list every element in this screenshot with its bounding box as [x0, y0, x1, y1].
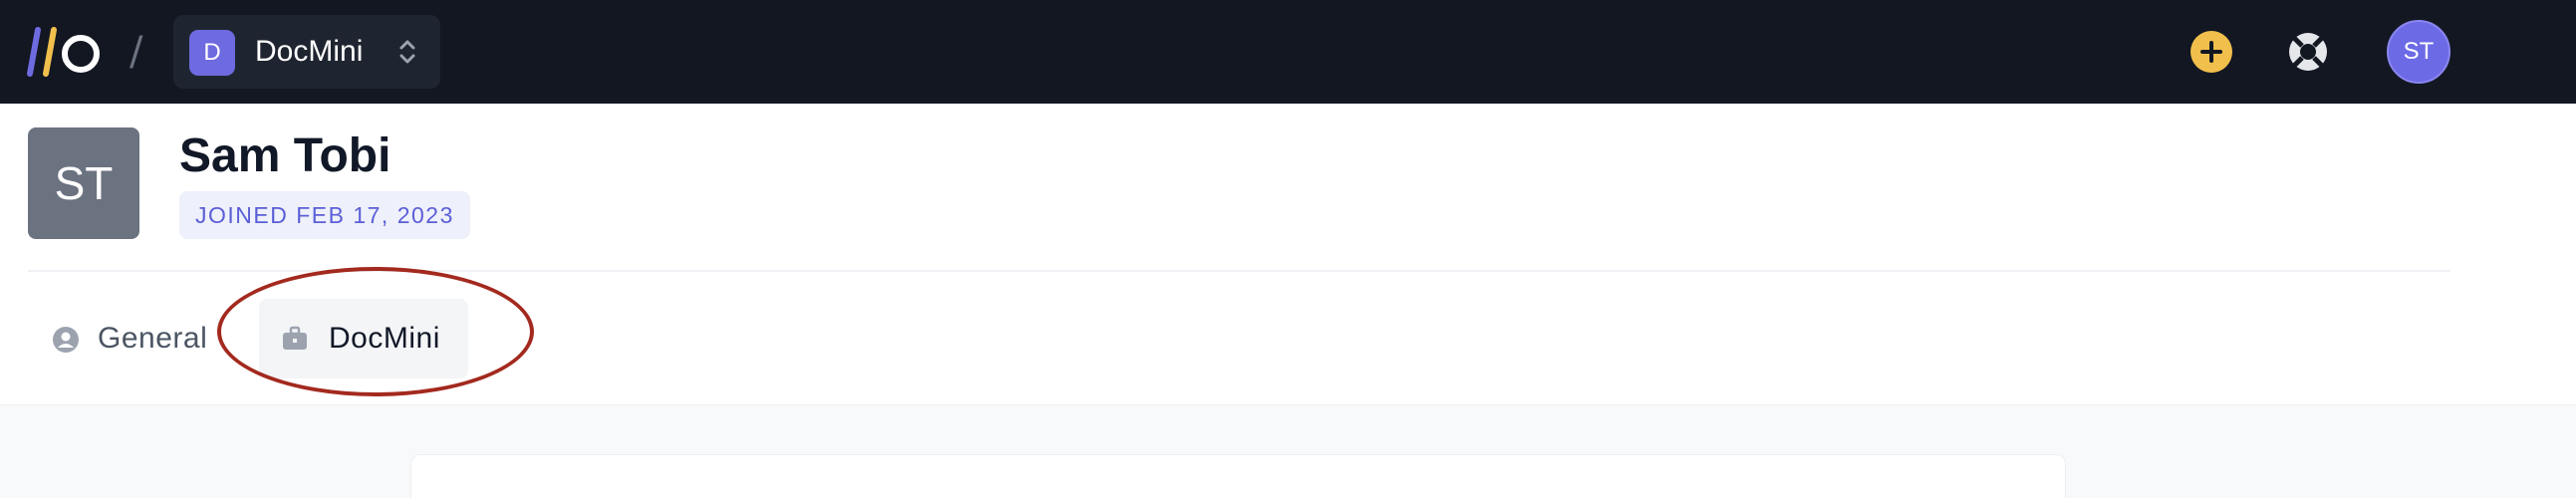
help-button[interactable]: [2286, 30, 2330, 74]
app-logo[interactable]: [24, 26, 106, 78]
add-button[interactable]: [2190, 31, 2232, 73]
tab-general[interactable]: General: [28, 299, 227, 378]
breadcrumb-separator: /: [129, 29, 143, 75]
joined-date-badge: JOINED FEB 17, 2023: [179, 191, 470, 239]
plus-icon: [2200, 41, 2222, 63]
workspace-badge: D: [189, 30, 235, 76]
user-avatar[interactable]: ST: [2387, 20, 2450, 84]
tab-general-label: General: [98, 322, 208, 355]
user-circle-icon: [52, 326, 80, 354]
chevron-up-down-icon: [396, 37, 418, 67]
tab-docmini-label: DocMini: [329, 322, 440, 355]
workspace-switcher[interactable]: D DocMini: [173, 15, 440, 89]
workspace-name: DocMini: [255, 35, 364, 68]
tab-docmini[interactable]: DocMini: [259, 299, 468, 378]
content-card: [410, 454, 2066, 498]
lifebuoy-icon: [2289, 33, 2327, 71]
briefcase-icon: [281, 325, 309, 353]
profile-avatar: ST: [28, 127, 139, 239]
header-divider: [28, 270, 2450, 272]
page-title: Sam Tobi: [179, 129, 391, 182]
top-nav-bar: / D DocMini ST: [0, 0, 2576, 104]
